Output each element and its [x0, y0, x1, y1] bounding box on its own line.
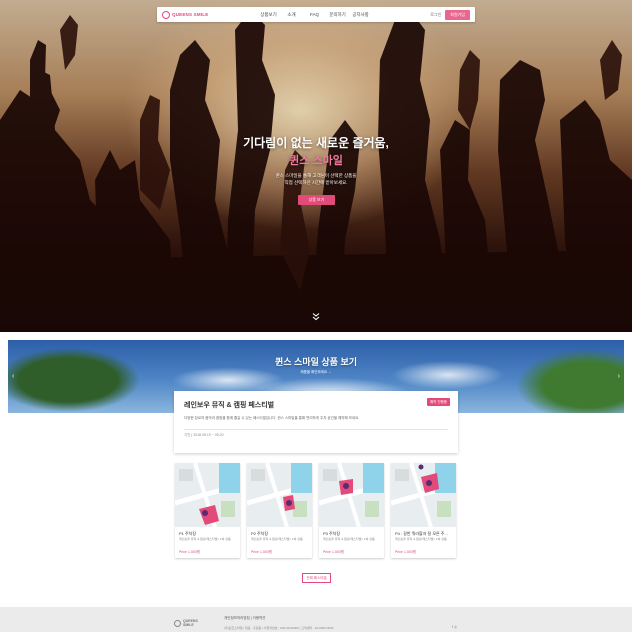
hero-desc-line-1: 퀸스 스마일을 통해 고객님이 선택한 상품을 [275, 173, 357, 178]
nav-right: 로그인 회원가입 [430, 9, 470, 20]
map-image [247, 463, 312, 527]
parking-lot-card-p1[interactable]: P1 주차장 레인보우 뮤직 & 캠핑 페스티벌 / 1박 상품 Price 1… [175, 463, 240, 558]
lot-price: Price 1,000원 [251, 550, 272, 554]
festival-card[interactable]: 레인보우 뮤직 & 캠핑 페스티벌 예약 진행중 다양한 장르의 음악과 캠핑을… [174, 391, 458, 453]
banner-subtitle-link[interactable]: 제품을 확인하세요 → [8, 370, 624, 375]
hero-accent-title: 퀸스 스마일 [289, 155, 343, 167]
hero-section: QUEENS SMILE 상품보기 소개 FAQ 문의하기 공지사항 로그인 회… [0, 0, 632, 332]
nav-item-about[interactable]: 소개 [280, 12, 303, 18]
footer-logo[interactable]: QUEENS SMILE [174, 619, 198, 627]
logo-icon [162, 10, 170, 19]
parking-lot-card-p4[interactable]: P4 : 갈번 뭐라할지 잘 모른 주... 레인보우 뮤직 & 캠핑 페스티벌… [391, 463, 456, 558]
footer-links[interactable]: 개인정보처리방침 | 이용약관 [224, 616, 266, 621]
nav-item-faq[interactable]: FAQ [303, 12, 326, 18]
lot-description: 레인보우 뮤직 & 캠핑 페스티벌 / 1박 상품 [251, 537, 303, 541]
lot-price: Price 1,000원 [179, 550, 200, 554]
hero-products-button[interactable]: 상품 보기 [298, 195, 335, 205]
map-image [319, 463, 384, 527]
chevron-right-icon[interactable]: › [618, 373, 620, 380]
nav-item-notice[interactable]: 공지사항 [349, 12, 372, 18]
all-festivals-button[interactable]: 전체 페스티벌 [302, 573, 331, 583]
hero-desc-line-2: 직접 선택하신 시간에 받아보세요. [284, 180, 348, 185]
chevron-double-down-icon[interactable] [311, 312, 321, 322]
footer-logo-icon [174, 620, 181, 627]
login-link[interactable]: 로그인 [430, 12, 441, 18]
footer-logo-text: QUEENS SMILE [183, 619, 198, 627]
footer: QUEENS SMILE 개인정보처리방침 | 이용약관 (주)퀸즈스마일 | … [0, 607, 632, 632]
logo[interactable]: QUEENS SMILE [162, 10, 217, 19]
festival-description: 다양한 장르의 음악과 캠핑을 함께 즐길 수 있는 페스티벌입니다. 퀸스 스… [184, 416, 360, 420]
status-badge: 예약 진행중 [426, 398, 450, 406]
nav-item-contact[interactable]: 문의하기 [326, 12, 349, 18]
divider [184, 429, 448, 430]
lot-description: 레인보우 뮤직 & 캠핑 페스티벌 / 1박 상품 [323, 537, 375, 541]
banner-title: 퀸스 스마일 상품 보기 [274, 357, 358, 367]
footer-logo-line-2: SMILE [183, 622, 194, 627]
map-image [391, 463, 456, 527]
logo-text: QUEENS SMILE [172, 12, 209, 17]
nav-item-products[interactable]: 상품보기 [257, 12, 280, 18]
festival-title: 레인보우 뮤직 & 캠핑 페스티벌 [184, 402, 275, 409]
map-image [175, 463, 240, 527]
page: QUEENS SMILE 상품보기 소개 FAQ 문의하기 공지사항 로그인 회… [0, 0, 632, 632]
footer-company-info: (주)퀸즈스마일 | 대표 : 홍길동 | 사업자번호 : 000-00-000… [224, 626, 334, 630]
signup-button[interactable]: 회원가입 [445, 9, 470, 20]
hero-title: 기다림이 없는 새로운 즐거움, [243, 136, 389, 150]
lot-price: Price 1,000원 [395, 550, 416, 554]
social-icons[interactable]: f ◎ [452, 625, 457, 629]
chevron-left-icon[interactable]: ‹ [12, 373, 14, 380]
lot-description: 레인보우 뮤직 & 캠핑 페스티벌 / 1박 상품 [179, 537, 231, 541]
top-nav: QUEENS SMILE 상품보기 소개 FAQ 문의하기 공지사항 로그인 회… [157, 7, 475, 22]
festival-date: 기간 | 2018.05.19 ~ 05.20 [184, 433, 224, 437]
lot-description: 레인보우 뮤직 & 캠핑 페스티벌 / 1박 상품 [395, 537, 447, 541]
parking-lot-card-p3[interactable]: P3 주차장 레인보우 뮤직 & 캠핑 페스티벌 / 1박 상품 Price 1… [319, 463, 384, 558]
hero-description: 퀸스 스마일을 통해 고객님이 선택한 상품을 직접 선택하신 시간에 받아보세… [0, 172, 632, 186]
nav-menu: 상품보기 소개 FAQ 문의하기 공지사항 [257, 12, 372, 18]
lot-price: Price 1,000원 [323, 550, 344, 554]
parking-lot-card-p2[interactable]: P2 주차장 레인보우 뮤직 & 캠핑 페스티벌 / 1박 상품 Price 1… [247, 463, 312, 558]
